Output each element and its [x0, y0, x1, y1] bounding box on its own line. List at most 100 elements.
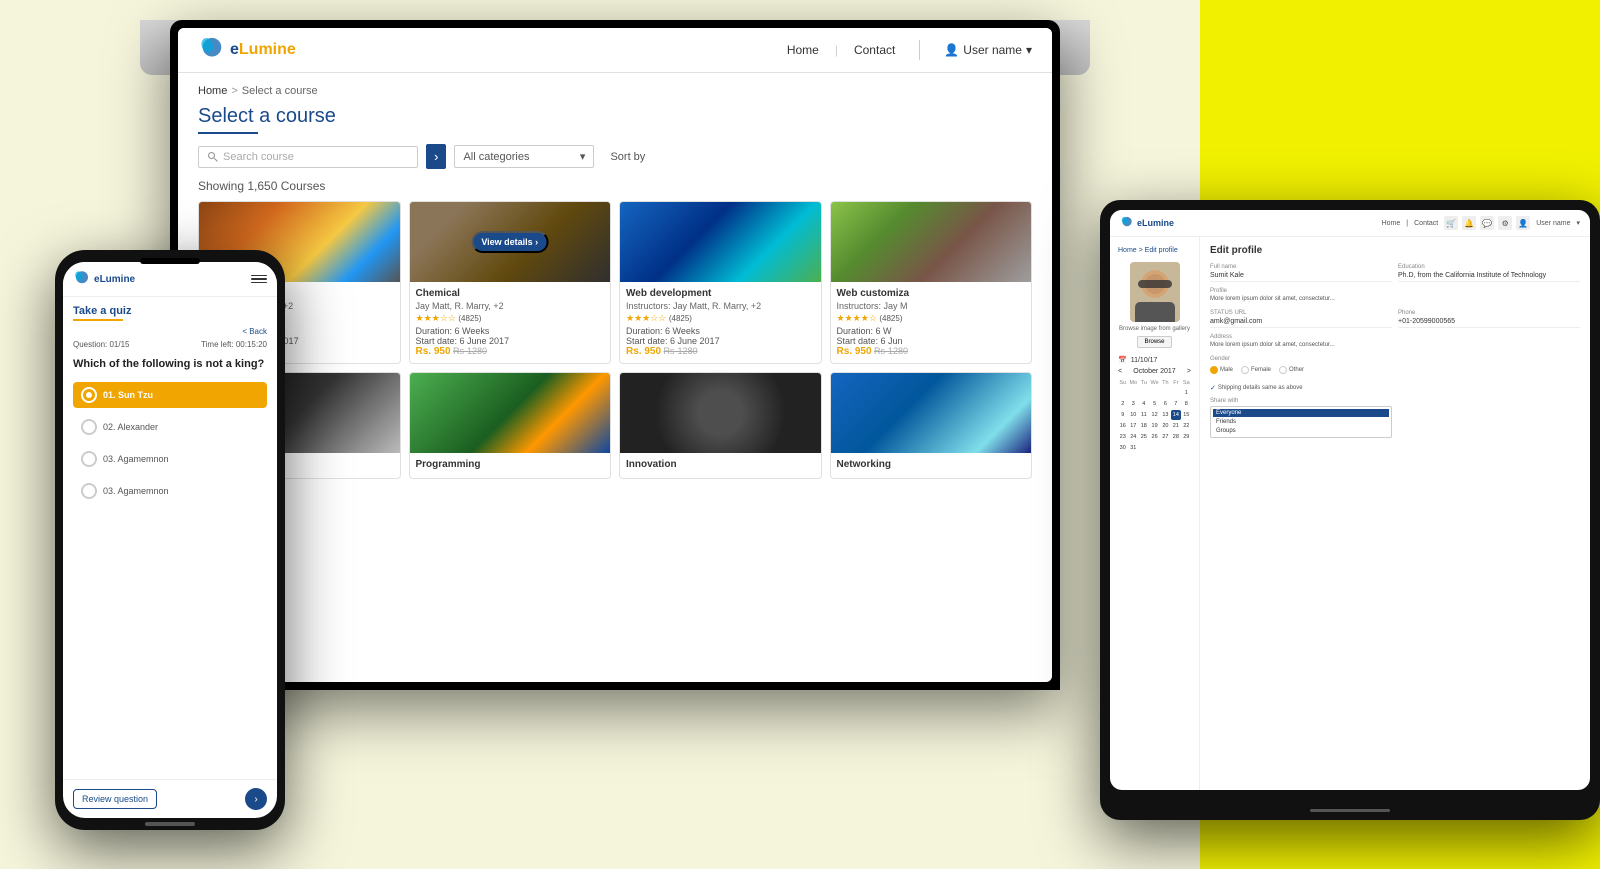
cal-day-2[interactable]: 2 — [1118, 399, 1127, 409]
quiz-back-row: < Back — [73, 327, 267, 336]
share-everyone[interactable]: Everyone — [1213, 409, 1389, 417]
cal-day-15[interactable]: 15 — [1182, 410, 1191, 420]
course-image-bulb — [620, 373, 821, 453]
browse-gallery-label: Browse image from gallery — [1119, 326, 1190, 332]
form-field-name: Full name Sumit Kale — [1210, 264, 1392, 282]
cal-day-3[interactable]: 3 — [1128, 399, 1138, 409]
cal-day-27[interactable]: 27 — [1161, 432, 1170, 442]
user-icon[interactable]: 👤 — [1516, 216, 1530, 230]
quiz-option-2[interactable]: 02. Alexander — [73, 414, 267, 440]
cal-day-19[interactable]: 19 — [1150, 421, 1160, 431]
quiz-meta: Question: 01/15 Time left: 00:15:20 — [73, 340, 267, 349]
form-value-profile[interactable]: More lorem ipsum dolor sit amet, consect… — [1210, 296, 1580, 304]
option-circle-2 — [81, 419, 97, 435]
cal-day-12[interactable]: 12 — [1150, 410, 1160, 420]
user-area[interactable]: 👤 User name ▾ — [944, 43, 1032, 57]
cal-day-31[interactable]: 31 — [1128, 443, 1138, 453]
review-question-button[interactable]: Review question — [73, 789, 157, 809]
browse-button[interactable]: Browse — [1137, 336, 1171, 348]
cal-day-11[interactable]: 11 — [1139, 410, 1148, 420]
chat-icon[interactable]: 💬 — [1480, 216, 1494, 230]
categories-select[interactable]: All categories ▾ — [454, 145, 594, 168]
cal-day-20[interactable]: 20 — [1161, 421, 1170, 431]
calendar-prev[interactable]: < — [1118, 368, 1122, 375]
form-value-phone[interactable]: +01-20599000565 — [1398, 318, 1580, 328]
cal-day-5[interactable]: 5 — [1150, 399, 1160, 409]
tablet-username: User name — [1536, 220, 1570, 227]
cal-day-23[interactable]: 23 — [1118, 432, 1127, 442]
cal-day-4[interactable]: 4 — [1139, 399, 1148, 409]
cal-day-10[interactable]: 10 — [1128, 410, 1138, 420]
form-value-email[interactable]: amk@gmail.com — [1210, 318, 1392, 328]
stars: ★★★★☆ (4825) — [837, 313, 1026, 324]
form-value-address[interactable]: More lorem ipsum dolor sit amet, consect… — [1210, 342, 1580, 350]
cal-day-26[interactable]: 26 — [1150, 432, 1160, 442]
cal-day-21[interactable]: 21 — [1171, 421, 1180, 431]
cal-day-24[interactable]: 24 — [1128, 432, 1138, 442]
breadcrumb-home[interactable]: Home — [198, 85, 227, 97]
phone-logo-icon — [73, 270, 91, 288]
hamburger-menu[interactable] — [251, 275, 267, 284]
tablet-breadcrumb-home[interactable]: Home — [1118, 247, 1137, 254]
course-card: Networking — [830, 372, 1033, 479]
gender-male[interactable]: Male — [1210, 366, 1233, 374]
cal-day-8[interactable]: 8 — [1182, 399, 1191, 409]
back-button[interactable]: < Back — [242, 327, 267, 336]
gender-other[interactable]: Other — [1279, 366, 1304, 374]
calendar-next[interactable]: > — [1187, 368, 1191, 375]
cal-day-1[interactable]: 1 — [1182, 388, 1191, 398]
phone-body: eLumine Take a quiz < Back Question: 01/… — [55, 250, 285, 830]
cal-day-29[interactable]: 29 — [1182, 432, 1191, 442]
form-label-phone: Phone — [1398, 310, 1580, 316]
quiz-option-4[interactable]: 03. Agamemnon — [73, 478, 267, 504]
course-info: Innovation — [620, 453, 821, 478]
cal-day-16[interactable]: 16 — [1118, 421, 1127, 431]
cal-day-9[interactable]: 9 — [1118, 410, 1127, 420]
share-friends[interactable]: Friends — [1213, 418, 1389, 426]
bell-icon[interactable]: 🔔 — [1462, 216, 1476, 230]
quiz-option-1[interactable]: 01. Sun Tzu — [73, 382, 267, 408]
cal-day-25[interactable]: 25 — [1139, 432, 1148, 442]
course-title: Programming — [416, 459, 605, 470]
phone-screen: eLumine Take a quiz < Back Question: 01/… — [63, 262, 277, 818]
nav-contact[interactable]: Contact — [854, 43, 895, 57]
tablet-logo: eLumine — [1120, 216, 1174, 230]
gear-icon[interactable]: ⚙ — [1498, 216, 1512, 230]
next-button[interactable]: › — [245, 788, 267, 810]
calendar-month: October 2017 — [1133, 368, 1175, 375]
radio-other — [1279, 366, 1287, 374]
cal-day-30[interactable]: 30 — [1118, 443, 1127, 453]
form-value-name[interactable]: Sumit Kale — [1210, 272, 1392, 282]
course-price-row: Rs. 950 Rs-1280 — [626, 346, 815, 357]
cal-day-17[interactable]: 17 — [1128, 421, 1138, 431]
share-groups[interactable]: Groups — [1213, 427, 1389, 435]
form-value-education[interactable]: Ph.D, from the California Institute of T… — [1398, 272, 1580, 282]
cal-day-28[interactable]: 28 — [1171, 432, 1180, 442]
cal-day-13[interactable]: 13 — [1161, 410, 1170, 420]
cal-day-22[interactable]: 22 — [1182, 421, 1191, 431]
cal-day-18[interactable]: 18 — [1139, 421, 1148, 431]
cal-day-6[interactable]: 6 — [1161, 399, 1170, 409]
cal-day-14[interactable]: 14 — [1171, 410, 1180, 420]
search-button[interactable]: › — [426, 144, 446, 169]
showing-text: Showing 1,650 Courses — [198, 179, 1032, 193]
tablet-nav-contact[interactable]: Contact — [1414, 220, 1438, 227]
quiz-underline — [73, 319, 123, 321]
view-details-button[interactable]: View details › — [471, 231, 548, 253]
quiz-option-3[interactable]: 03. Agamemnon — [73, 446, 267, 472]
course-info: Web development Instructors: Jay Matt, R… — [620, 282, 821, 363]
cal-day — [1128, 388, 1138, 398]
course-info: Chemical Jay Matt, R. Marry, +2 ★★★☆☆ (4… — [410, 282, 611, 363]
tablet-nav-home[interactable]: Home — [1382, 220, 1401, 227]
search-input-wrap[interactable]: Search course — [198, 146, 418, 168]
cal-day-7[interactable]: 7 — [1171, 399, 1180, 409]
shipping-check: ✓ Shipping details same as above — [1210, 384, 1580, 392]
form-grid: Full name Sumit Kale Education Ph.D, fro… — [1210, 264, 1580, 438]
form-field-profile: Profile More lorem ipsum dolor sit amet,… — [1210, 288, 1580, 304]
course-start: Start date: 6 June 2017 — [626, 336, 815, 346]
gender-female[interactable]: Female — [1241, 366, 1271, 374]
cart-icon[interactable]: 🛒 — [1444, 216, 1458, 230]
breadcrumb: Home > Select a course — [198, 85, 1032, 97]
course-image-laptop — [831, 202, 1032, 282]
nav-home[interactable]: Home — [787, 43, 819, 57]
